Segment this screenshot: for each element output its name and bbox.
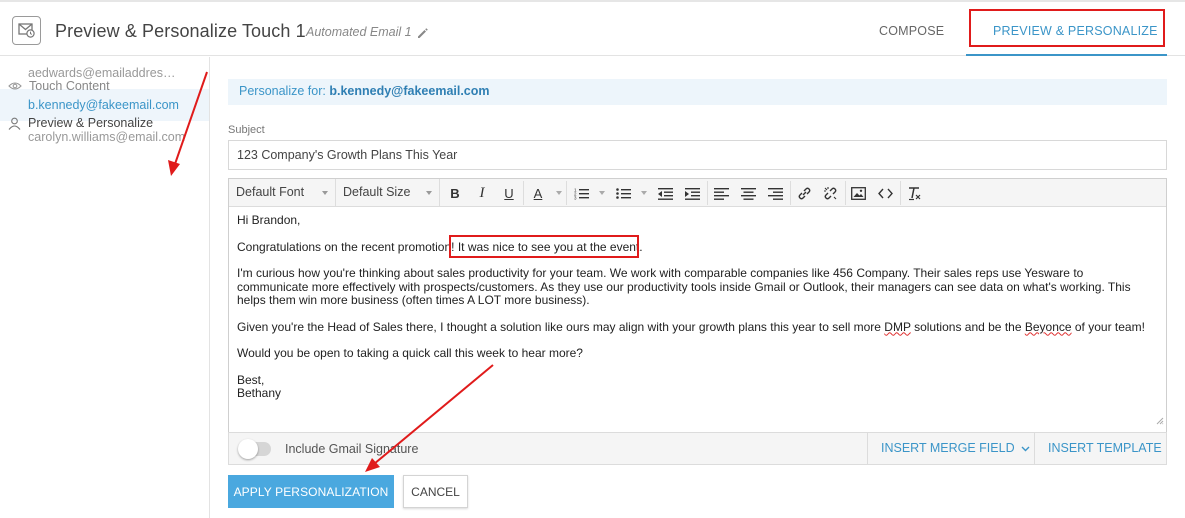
active-tab-underline — [966, 54, 1167, 56]
sidebar-item-preview-personalize[interactable]: Preview & Personalize — [8, 116, 217, 130]
code-icon[interactable] — [874, 183, 896, 203]
page-title: Preview & Personalize Touch 1 — [55, 21, 306, 41]
email-name: Automated Email 1 — [306, 25, 412, 39]
annotation-box-text — [449, 235, 639, 258]
text-color-icon[interactable]: A — [527, 183, 549, 203]
indent-icon[interactable] — [681, 183, 703, 203]
eye-icon — [8, 82, 22, 90]
font-size-value: Default Size — [343, 185, 411, 199]
email-line-congrats: Congratulations on the recent promotion!… — [237, 239, 1157, 255]
clear-formatting-icon[interactable] — [903, 183, 925, 203]
annotation-box-tab — [969, 9, 1165, 47]
bold-icon[interactable]: B — [444, 183, 466, 203]
insert-merge-field-button[interactable]: INSERT MERGE FIELD — [867, 433, 1034, 464]
email-signoff: Best, — [237, 372, 265, 387]
insert-merge-field-label: INSERT MERGE FIELD — [881, 441, 1015, 455]
image-icon[interactable] — [847, 183, 869, 203]
growth-text-c: of your team! — [1071, 319, 1145, 334]
sidebar-item-label: Touch Content — [29, 79, 110, 93]
spellcheck-word-beyonce: Beyonce — [1024, 319, 1072, 334]
subject-input[interactable] — [228, 140, 1167, 170]
email-greeting: Hi Brandon, — [237, 213, 301, 227]
sidebar-item-label: Preview & Personalize — [28, 116, 154, 130]
underline-icon[interactable]: U — [498, 183, 520, 203]
sidebar-item-touch-content[interactable]: Touch Content — [8, 79, 217, 93]
email-paragraph-growth: Given you're the Head of Sales there, I … — [237, 319, 1157, 335]
cancel-button[interactable]: CANCEL — [403, 475, 468, 508]
gmail-signature-label: Include Gmail Signature — [285, 442, 419, 456]
email-editor: Default Font Default Size B I U A 123 Hi… — [228, 178, 1167, 433]
tab-compose[interactable]: COMPOSE — [879, 24, 944, 38]
sidebar: Touch Content Preview & Personalize aedw… — [0, 57, 210, 518]
spellcheck-word-dmp: DMP — [884, 319, 911, 334]
numbered-list-icon[interactable]: 123 — [570, 183, 592, 203]
italic-icon[interactable]: I — [471, 183, 493, 203]
align-center-icon[interactable] — [737, 183, 759, 203]
email-paragraph-call: Would you be open to taking a quick call… — [237, 346, 583, 360]
outdent-icon[interactable] — [654, 183, 676, 203]
personalize-for-bar: Personalize for: b.kennedy@fakeemail.com — [228, 79, 1167, 105]
insert-template-button[interactable]: INSERT TEMPLATE — [1034, 433, 1167, 464]
font-size-select[interactable]: Default Size — [336, 179, 440, 206]
svg-text:3: 3 — [574, 195, 577, 200]
unlink-icon[interactable] — [819, 183, 841, 203]
font-family-value: Default Font — [236, 185, 305, 199]
align-left-icon[interactable] — [710, 183, 732, 203]
email-body[interactable]: Hi Brandon, Congratulations on the recen… — [237, 213, 1157, 401]
bullet-list-icon[interactable] — [612, 183, 634, 203]
align-right-icon[interactable] — [764, 183, 786, 203]
personalize-email: b.kennedy@fakeemail.com — [329, 84, 490, 98]
congrats-text: Congratulations on the recent promotion! — [237, 239, 455, 254]
growth-text-a: Given you're the Head of Sales there, I … — [237, 319, 885, 334]
email-signature: Bethany — [237, 386, 282, 400]
personalize-prefix: Personalize for: — [239, 84, 326, 98]
font-family-select[interactable]: Default Font — [229, 179, 336, 206]
subject-label: Subject — [228, 124, 265, 136]
chevron-down-icon — [1021, 433, 1030, 464]
mail-clock-icon — [12, 16, 41, 45]
email-paragraph-productivity: I'm curious how you're thinking about sa… — [237, 266, 1131, 307]
editor-toolbar: Default Font Default Size B I U A 123 — [229, 179, 1166, 207]
editor-footer: Include Gmail Signature INSERT MERGE FIE… — [228, 432, 1167, 465]
user-icon — [8, 117, 21, 130]
link-icon[interactable] — [793, 183, 815, 203]
resize-handle-icon[interactable] — [1156, 412, 1164, 430]
growth-text-b: solutions and be the — [910, 319, 1025, 334]
gmail-signature-toggle[interactable] — [238, 439, 271, 459]
apply-personalization-button[interactable]: APPLY PERSONALIZATION — [228, 475, 394, 508]
pencil-icon[interactable] — [416, 26, 428, 44]
